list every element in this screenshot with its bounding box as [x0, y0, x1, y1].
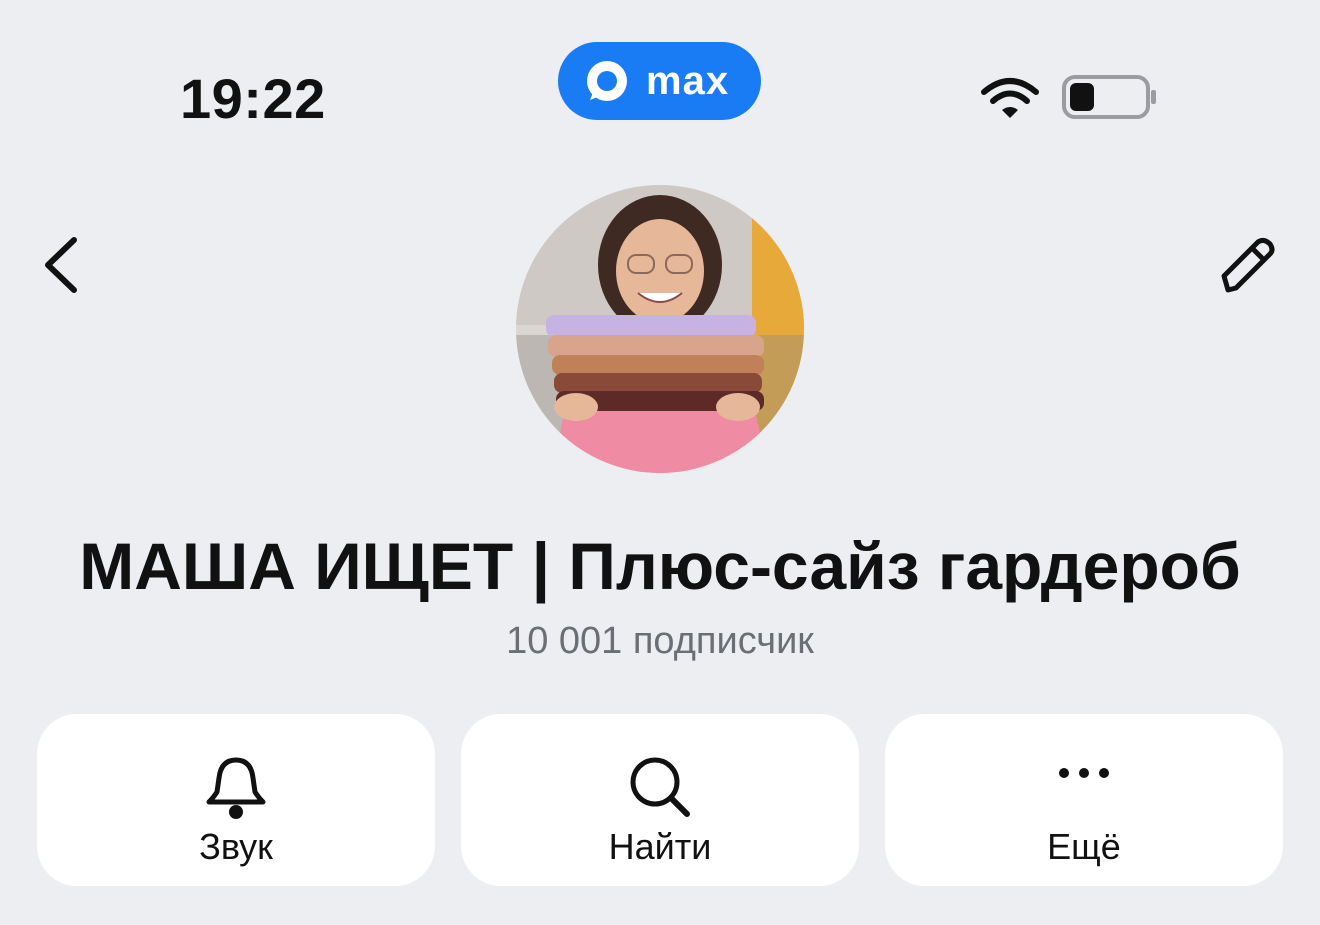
app-badge[interactable]: max	[558, 42, 761, 120]
edit-button[interactable]	[1214, 232, 1280, 298]
sound-button-label: Звук	[199, 826, 273, 867]
back-button[interactable]	[36, 232, 92, 298]
more-button-label: Ещё	[1047, 826, 1121, 867]
status-time: 19:22	[180, 67, 326, 130]
search-button-label: Найти	[608, 826, 712, 867]
channel-title: МАША ИЩЕТ | Плюс-сайз гардероб	[79, 529, 1241, 603]
bell-icon	[206, 757, 266, 819]
sound-button[interactable]: Звук	[37, 714, 435, 886]
search-button[interactable]: Найти	[461, 714, 859, 886]
more-icon	[1059, 768, 1109, 778]
battery-icon	[1062, 75, 1156, 119]
channel-avatar[interactable]	[516, 185, 804, 473]
channel-profile-screen: 19:22 max МАША ИЩЕТ | Плюс-сайз гардероб…	[0, 0, 1320, 925]
app-badge-label: max	[646, 58, 730, 103]
search-icon	[630, 757, 690, 817]
avatar-photo	[516, 185, 804, 473]
max-logo-icon	[587, 61, 627, 101]
subscriber-count: 10 001 подписчик	[506, 620, 814, 662]
wifi-icon	[981, 78, 1039, 118]
more-button[interactable]: Ещё	[885, 714, 1283, 886]
